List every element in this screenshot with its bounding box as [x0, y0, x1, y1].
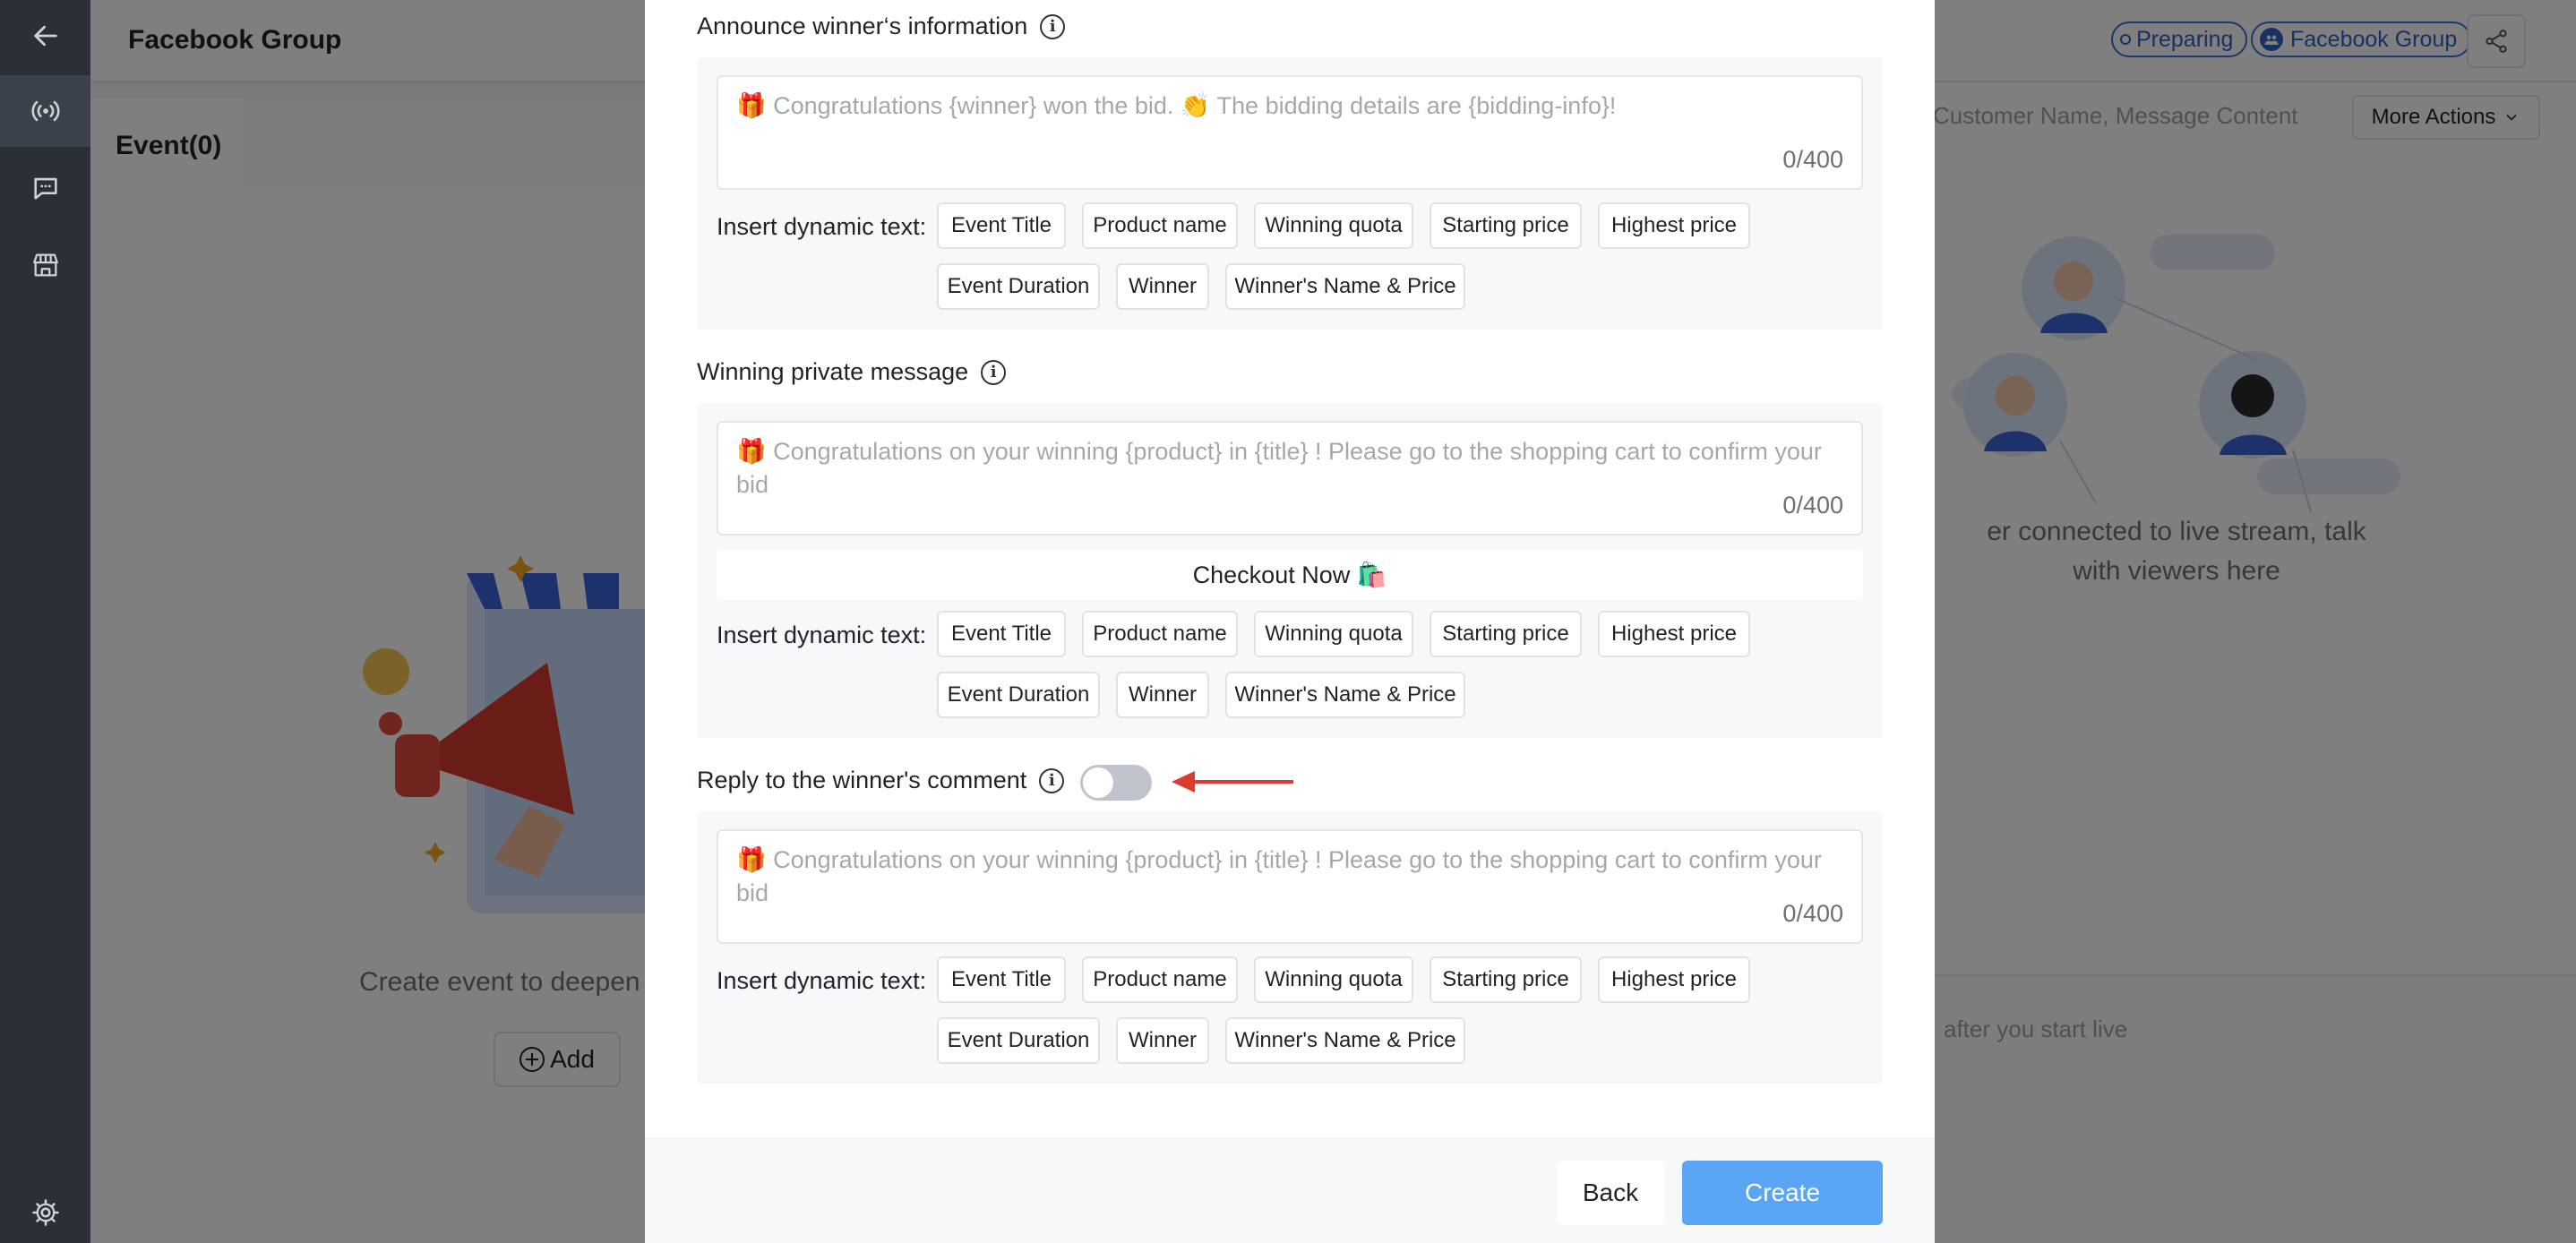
store-icon: [32, 253, 58, 277]
sidebar-item-store[interactable]: [0, 229, 90, 301]
private-message-char-count: 0/400: [1782, 492, 1843, 519]
create-button[interactable]: Create: [1682, 1161, 1883, 1225]
reply-comment-char-count: 0/400: [1782, 900, 1843, 927]
tag-event-title[interactable]: Event Title: [937, 956, 1066, 1003]
announce-section: 🎁 Congratulations {winner} won the bid. …: [697, 57, 1883, 330]
announce-placeholder: 🎁 Congratulations {winner} won the bid. …: [736, 92, 1617, 119]
dynamic-text-label: Insert dynamic text:: [717, 213, 927, 240]
tag-winner[interactable]: Winner: [1116, 1017, 1209, 1064]
modal-footer: Back Create: [645, 1137, 1935, 1243]
private-message-placeholder: 🎁 Congratulations on your winning {produ…: [736, 438, 1822, 498]
settings-button[interactable]: [0, 1177, 90, 1243]
tag-event-title[interactable]: Event Title: [937, 202, 1066, 249]
reply-comment-section-title: Reply to the winner's comment i: [697, 767, 1065, 794]
tag-starting-price[interactable]: Starting price: [1430, 956, 1582, 1003]
tag-winner-name-price[interactable]: Winner's Name & Price: [1225, 263, 1465, 310]
reply-comment-toggle[interactable]: [1080, 765, 1152, 801]
sidebar-item-live[interactable]: [0, 75, 90, 147]
back-button[interactable]: [0, 0, 90, 72]
info-icon[interactable]: i: [1040, 13, 1066, 39]
create-event-modal: Announce winner‘s information i 🎁 Congra…: [645, 0, 1935, 1243]
info-icon[interactable]: i: [981, 359, 1007, 385]
tag-winning-quota[interactable]: Winning quota: [1254, 956, 1413, 1003]
app-sidebar: [0, 0, 90, 1243]
dynamic-text-label: Insert dynamic text:: [717, 622, 927, 648]
tag-winning-quota[interactable]: Winning quota: [1254, 611, 1413, 657]
tag-winner[interactable]: Winner: [1116, 263, 1209, 310]
settings-gear-icon: [31, 1199, 59, 1226]
reply-comment-textarea[interactable]: 🎁 Congratulations on your winning {produ…: [717, 829, 1863, 944]
tag-highest-price[interactable]: Highest price: [1598, 611, 1750, 657]
tag-product-name[interactable]: Product name: [1082, 956, 1238, 1003]
private-message-section-title: Winning private message i: [697, 358, 1007, 386]
reply-comment-placeholder: 🎁 Congratulations on your winning {produ…: [736, 846, 1822, 906]
tag-starting-price[interactable]: Starting price: [1430, 202, 1582, 249]
sidebar-item-chat[interactable]: [0, 152, 90, 224]
live-broadcast-icon: [30, 100, 60, 122]
announce-title-text: Announce winner‘s information: [697, 13, 1028, 39]
back-arrow-icon: [33, 25, 57, 47]
tag-winner[interactable]: Winner: [1116, 672, 1209, 718]
tag-product-name[interactable]: Product name: [1082, 611, 1238, 657]
red-arrow-annotation-icon: [1172, 771, 1293, 793]
tag-event-duration[interactable]: Event Duration: [937, 1017, 1100, 1064]
tag-highest-price[interactable]: Highest price: [1598, 202, 1750, 249]
tag-winner-name-price[interactable]: Winner's Name & Price: [1225, 1017, 1465, 1064]
checkout-now-button[interactable]: Checkout Now 🛍️: [717, 550, 1863, 600]
announce-textarea[interactable]: 🎁 Congratulations {winner} won the bid. …: [717, 75, 1863, 190]
reply-comment-section: 🎁 Congratulations on your winning {produ…: [697, 811, 1883, 1084]
announce-section-title: Announce winner‘s information i: [697, 13, 1066, 40]
tag-winner-name-price[interactable]: Winner's Name & Price: [1225, 672, 1465, 718]
toggle-knob: [1083, 767, 1113, 798]
tag-product-name[interactable]: Product name: [1082, 202, 1238, 249]
private-message-section: 🎁 Congratulations on your winning {produ…: [697, 403, 1883, 738]
private-message-textarea[interactable]: 🎁 Congratulations on your winning {produ…: [717, 421, 1863, 536]
announce-char-count: 0/400: [1782, 146, 1843, 173]
back-button-modal[interactable]: Back: [1557, 1161, 1664, 1225]
chat-bubble-icon: [33, 177, 57, 200]
dynamic-text-label: Insert dynamic text:: [717, 967, 927, 994]
private-message-title-text: Winning private message: [697, 358, 969, 385]
tag-winning-quota[interactable]: Winning quota: [1254, 202, 1413, 249]
tag-event-duration[interactable]: Event Duration: [937, 672, 1100, 718]
tag-starting-price[interactable]: Starting price: [1430, 611, 1582, 657]
tag-highest-price[interactable]: Highest price: [1598, 956, 1750, 1003]
tag-event-title[interactable]: Event Title: [937, 611, 1066, 657]
info-icon[interactable]: i: [1039, 767, 1065, 793]
reply-comment-title-text: Reply to the winner's comment: [697, 767, 1027, 793]
tag-event-duration[interactable]: Event Duration: [937, 263, 1100, 310]
